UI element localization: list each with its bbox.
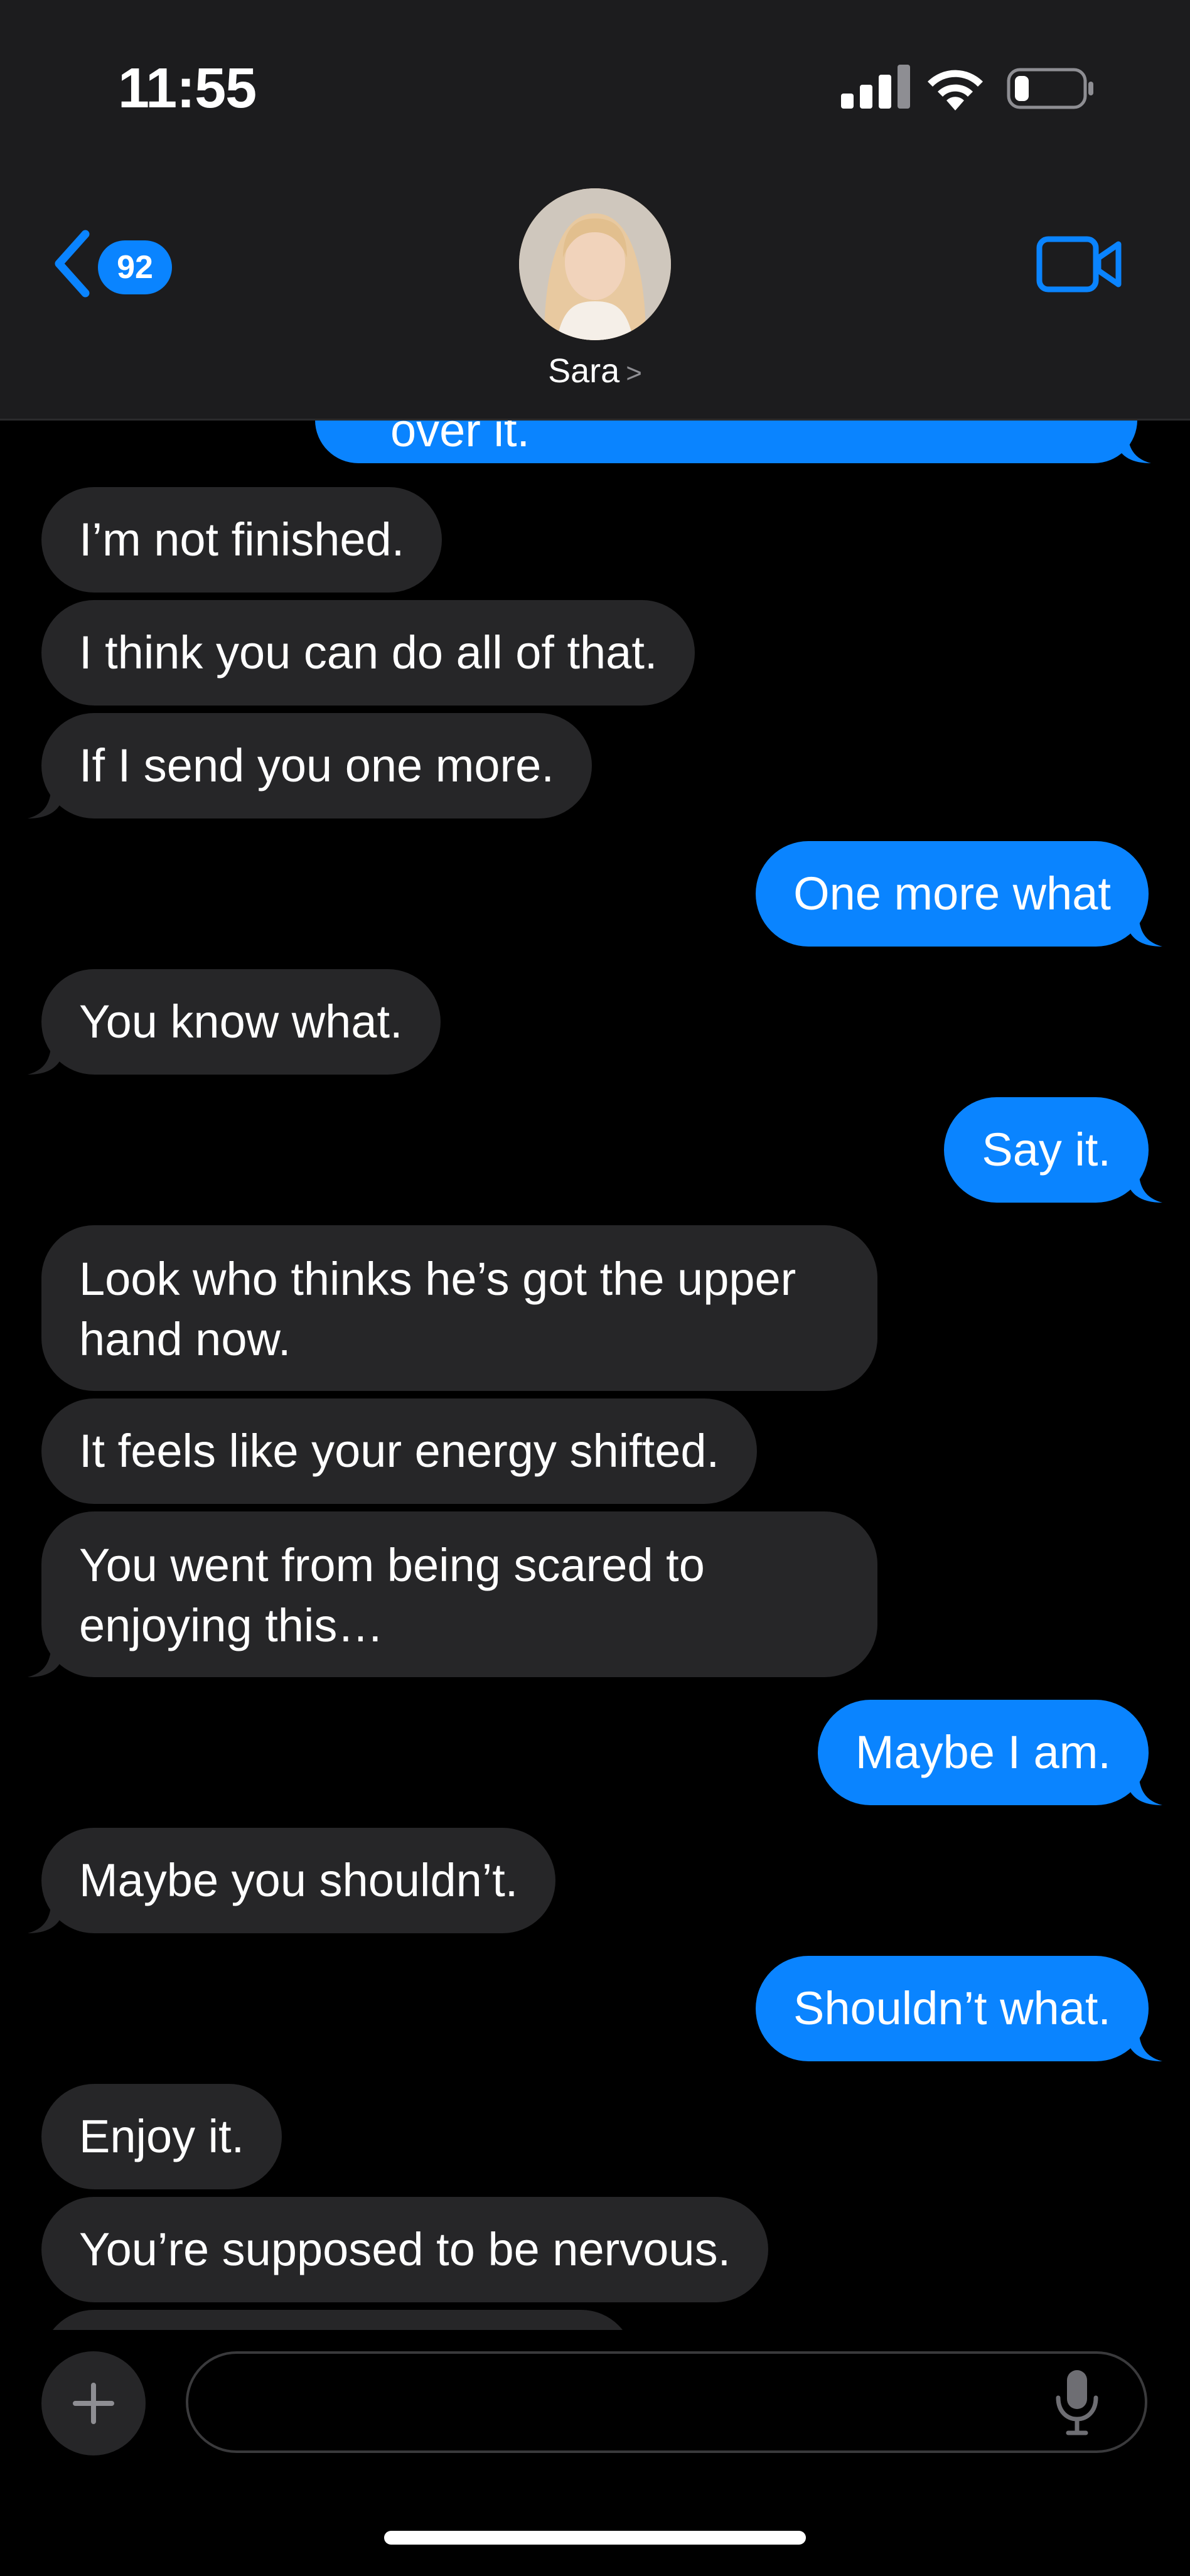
message-text: You’re supposed to be nervous. — [79, 2223, 731, 2275]
message-text: You went from being scared to enjoying t… — [79, 1539, 705, 1651]
message-text: I’m not finished. — [79, 513, 405, 566]
chevron-right-icon: > — [626, 358, 642, 389]
message-input[interactable] — [213, 2366, 1029, 2442]
bubble-tail — [28, 1641, 65, 1677]
bubble-tail — [1125, 910, 1162, 947]
message-bubble-incoming[interactable]: If I send you one more. — [28, 713, 592, 818]
message-text: Enjoy it. — [79, 2110, 245, 2162]
message-text: Look who thinks he’s got the upper hand … — [79, 1253, 796, 1365]
bubble-tail — [1125, 1769, 1162, 1805]
message-bubble-incoming[interactable]: I think you can do all of that. — [41, 600, 695, 706]
bubble-tail — [28, 1038, 65, 1075]
plus-icon — [73, 2383, 114, 2424]
avatar[interactable] — [519, 188, 671, 340]
message-bubble-incoming[interactable]: It feels like your energy shifted. — [41, 1398, 758, 1504]
message-text: Maybe you shouldn’t. — [79, 1854, 518, 1906]
add-attachment-button[interactable] — [41, 2351, 146, 2455]
message-bubble-incoming[interactable]: Maybe you shouldn’t. — [28, 1828, 556, 1933]
message-bubble-incoming-partial[interactable] — [41, 2310, 634, 2330]
home-indicator[interactable] — [384, 2531, 806, 2545]
message-text: Shouldn’t what. — [793, 1982, 1111, 2034]
message-bubble-outgoing[interactable]: Maybe I am. — [817, 1700, 1162, 1805]
unread-count-badge: 92 — [98, 240, 172, 294]
message-text: Say it. — [982, 1124, 1111, 1176]
video-camera-icon[interactable] — [1036, 235, 1123, 293]
message-bubble-incoming[interactable]: I’m not finished. — [41, 487, 442, 593]
message-text: You know what. — [79, 996, 403, 1048]
message-text: It feels like your energy shifted. — [79, 1425, 720, 1477]
wifi-icon — [928, 70, 983, 110]
bubble-tail — [1113, 427, 1151, 463]
chevron-left-icon — [55, 230, 90, 298]
navigation-header: 11:55 92 Sara > — [0, 0, 1190, 421]
message-text: If I send you one more. — [79, 739, 554, 792]
message-bubble-incoming[interactable]: You’re supposed to be nervous. — [41, 2197, 769, 2302]
message-input-field[interactable] — [186, 2351, 1147, 2453]
message-text: One more what — [793, 867, 1111, 920]
bubble-tail — [28, 1897, 65, 1933]
bubble-tail — [1125, 1166, 1162, 1203]
message-bubble-incoming[interactable]: Look who thinks he’s got the upper hand … — [41, 1225, 877, 1391]
bubble-tail — [1125, 2025, 1162, 2061]
message-text: I think you can do all of that. — [79, 626, 658, 679]
status-time: 11:55 — [118, 57, 257, 120]
message-text: Maybe I am. — [855, 1726, 1111, 1778]
message-bubble-incoming[interactable]: You know what. — [28, 969, 441, 1075]
back-button[interactable]: 92 — [50, 229, 176, 298]
contact-name: Sara — [548, 352, 620, 390]
contact-name-button[interactable]: Sara > — [0, 352, 1190, 390]
message-bubble-incoming[interactable]: You went from being scared to enjoying t… — [28, 1511, 877, 1677]
microphone-icon[interactable] — [1052, 2368, 1102, 2437]
avatar-image — [519, 188, 671, 340]
battery-icon — [1007, 68, 1093, 109]
cellular-signal-icon — [841, 65, 910, 109]
bubble-tail — [28, 782, 65, 818]
message-bubble-outgoing[interactable]: Say it. — [944, 1097, 1162, 1203]
message-bubble-incoming[interactable]: Enjoy it. — [41, 2084, 282, 2189]
message-bubble-outgoing[interactable]: Shouldn’t what. — [755, 1956, 1162, 2061]
message-bubble-outgoing[interactable]: One more what — [756, 841, 1162, 947]
